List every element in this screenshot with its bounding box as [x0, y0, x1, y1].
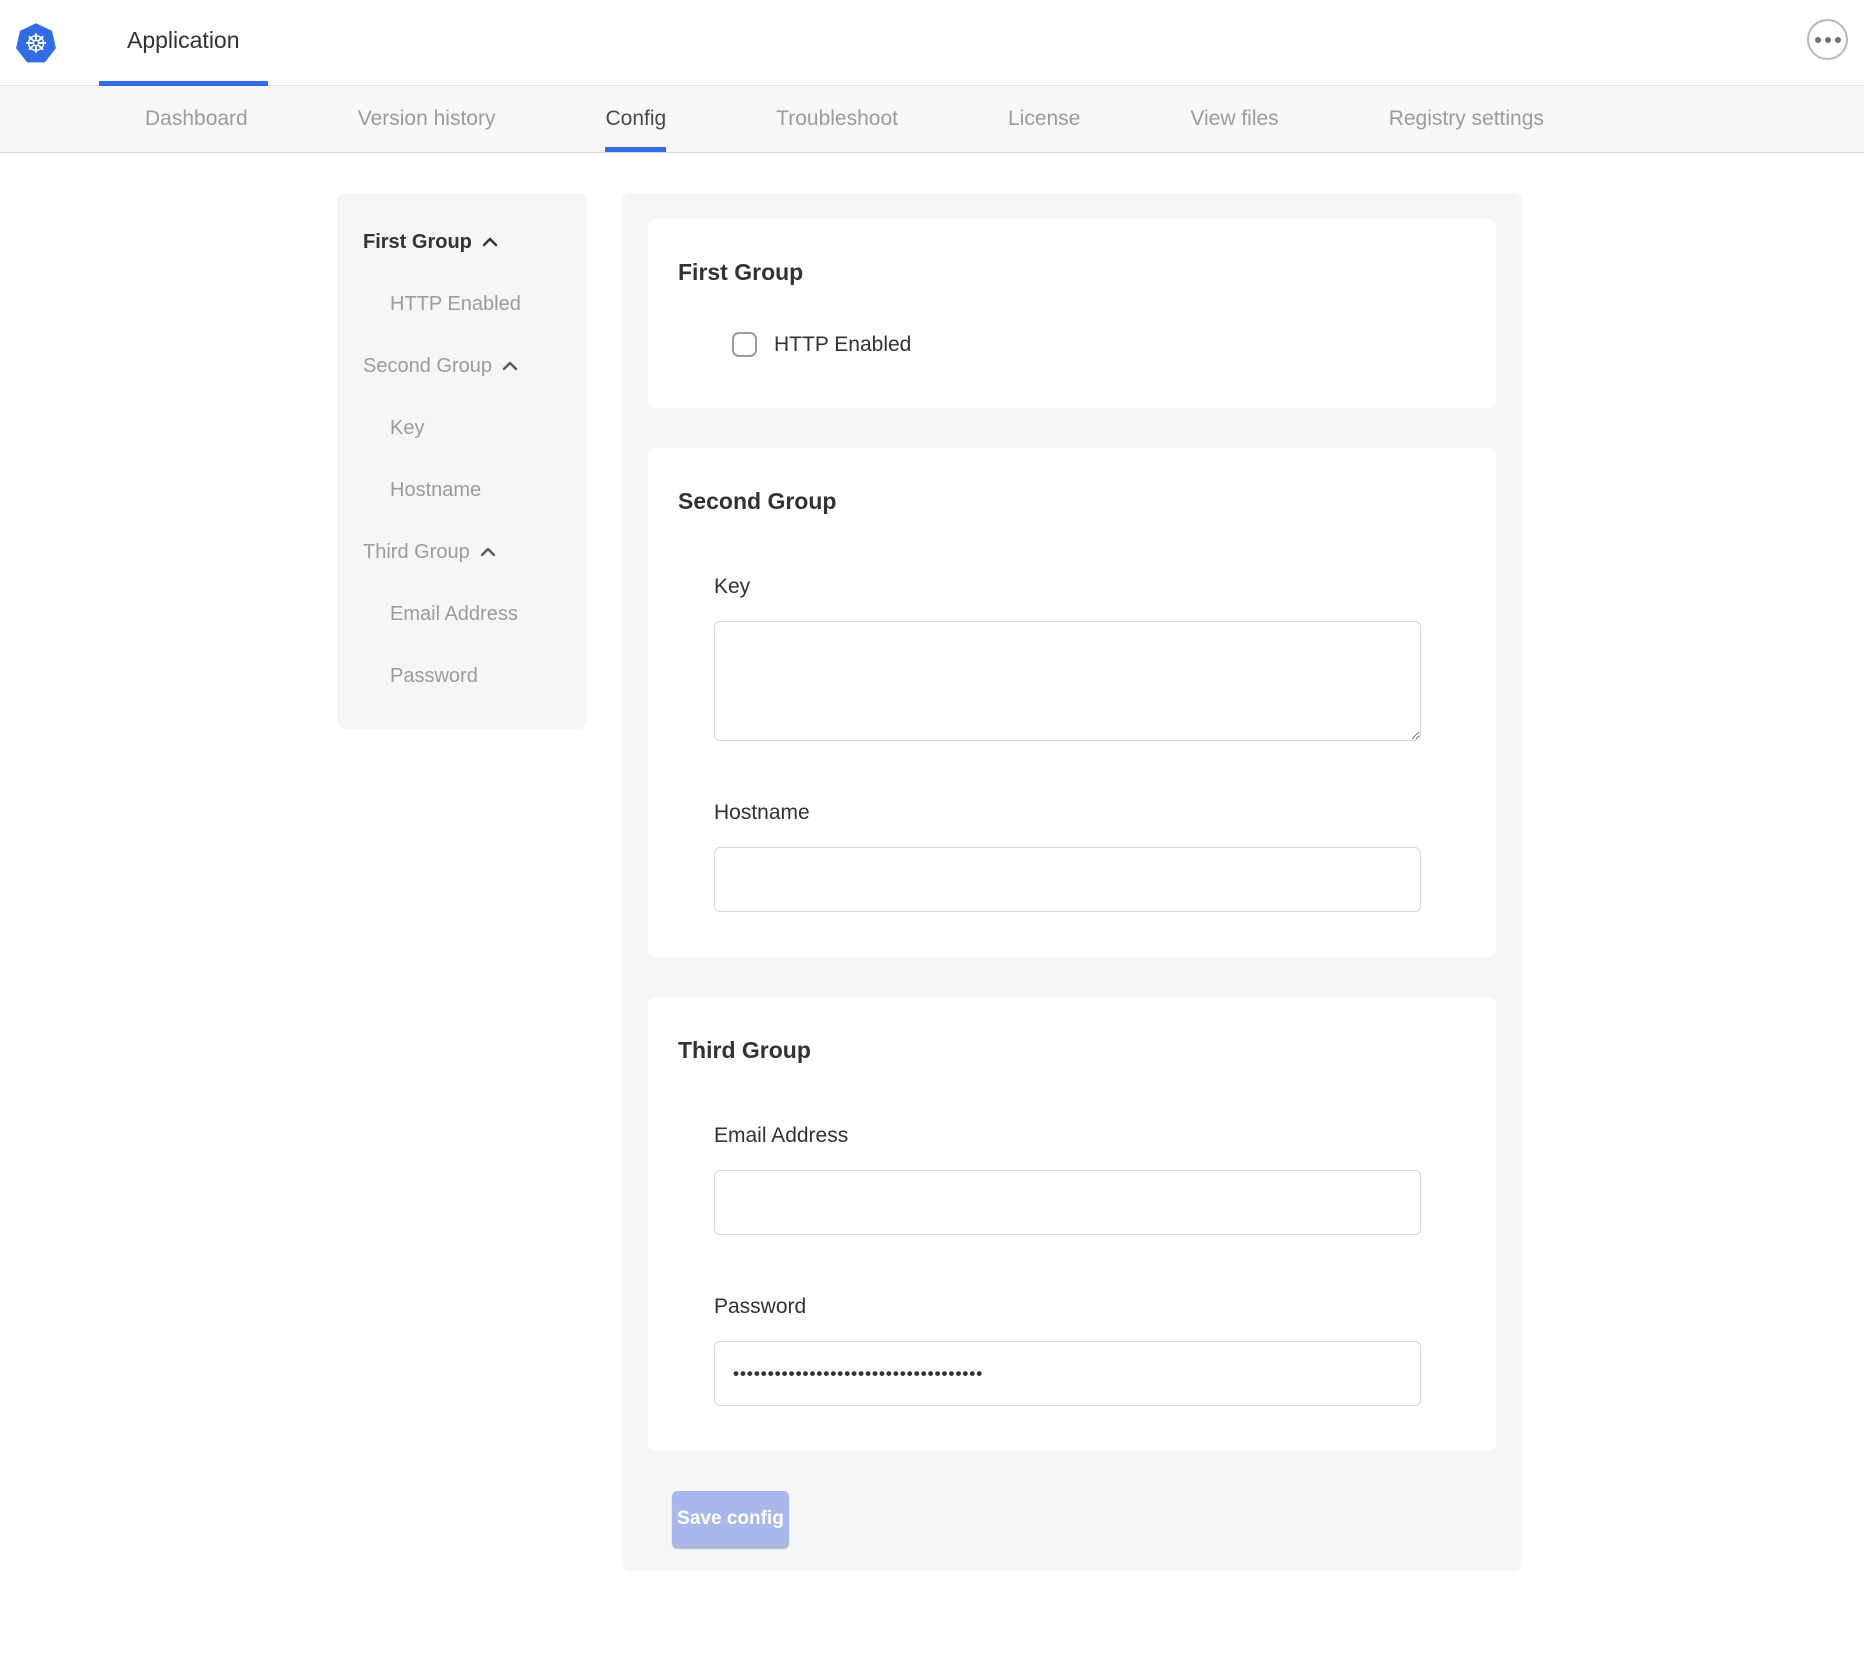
password-field-group: Password	[714, 1295, 1421, 1406]
email-address-input[interactable]	[714, 1170, 1421, 1235]
sidebar-group-label: First Group	[363, 231, 472, 254]
svg-text:☸: ☸	[24, 29, 47, 59]
config-group-first-group: First Group HTTP Enabled	[648, 219, 1496, 408]
key-field-group: Key	[714, 575, 1421, 741]
chevron-up-icon	[502, 361, 518, 371]
save-config-button[interactable]: Save config	[672, 1491, 789, 1546]
ellipsis-menu-icon[interactable]	[1807, 19, 1848, 60]
password-label: Password	[714, 1295, 1421, 1319]
key-label: Key	[714, 575, 1421, 599]
kubernetes-logo-icon: ☸	[15, 21, 57, 65]
config-sidebar: First Group HTTP Enabled Second Group Ke…	[337, 193, 587, 729]
sidebar-item-http-enabled[interactable]: HTTP Enabled	[337, 273, 587, 335]
tab-config[interactable]: Config	[605, 86, 666, 152]
sidebar-group-label: Second Group	[363, 355, 492, 378]
http-enabled-row: HTTP Enabled	[732, 332, 1466, 357]
tab-registry-settings[interactable]: Registry settings	[1389, 86, 1544, 152]
tab-version-history[interactable]: Version history	[358, 86, 496, 152]
email-field-group: Email Address	[714, 1124, 1421, 1235]
tab-dashboard[interactable]: Dashboard	[145, 86, 248, 152]
group-title: Second Group	[678, 488, 1466, 515]
key-textarea[interactable]	[714, 621, 1421, 741]
chevron-up-icon	[480, 547, 496, 557]
sidebar-group-second-group[interactable]: Second Group	[337, 335, 587, 397]
config-group-second-group: Second Group Key Hostname	[648, 448, 1496, 957]
config-page: First Group HTTP Enabled Second Group Ke…	[0, 153, 1864, 1571]
email-address-label: Email Address	[714, 1124, 1421, 1148]
tab-license[interactable]: License	[1008, 86, 1080, 152]
hostname-field-group: Hostname	[714, 801, 1421, 912]
group-title: First Group	[678, 259, 1466, 286]
http-enabled-checkbox[interactable]	[732, 332, 757, 357]
sidebar-group-first-group[interactable]: First Group	[337, 211, 587, 273]
hostname-input[interactable]	[714, 847, 1421, 912]
config-group-third-group: Third Group Email Address Password	[648, 997, 1496, 1451]
hostname-label: Hostname	[714, 801, 1421, 825]
sidebar-item-key[interactable]: Key	[337, 397, 587, 459]
app-header: ☸ Application	[0, 0, 1864, 86]
chevron-up-icon	[482, 237, 498, 247]
sidebar-item-email-address[interactable]: Email Address	[337, 583, 587, 645]
group-title: Third Group	[678, 1037, 1466, 1064]
config-panel: First Group HTTP Enabled Second Group Ke…	[622, 193, 1522, 1571]
sidebar-group-label: Third Group	[363, 541, 470, 564]
app-navbar: Dashboard Version history Config Trouble…	[0, 86, 1864, 153]
application-tab[interactable]: Application	[99, 0, 268, 86]
tab-view-files[interactable]: View files	[1190, 86, 1278, 152]
sidebar-item-password[interactable]: Password	[337, 645, 587, 707]
sidebar-item-hostname[interactable]: Hostname	[337, 459, 587, 521]
password-input[interactable]	[714, 1341, 1421, 1406]
sidebar-group-third-group[interactable]: Third Group	[337, 521, 587, 583]
http-enabled-label[interactable]: HTTP Enabled	[774, 333, 911, 357]
tab-troubleshoot[interactable]: Troubleshoot	[776, 86, 898, 152]
